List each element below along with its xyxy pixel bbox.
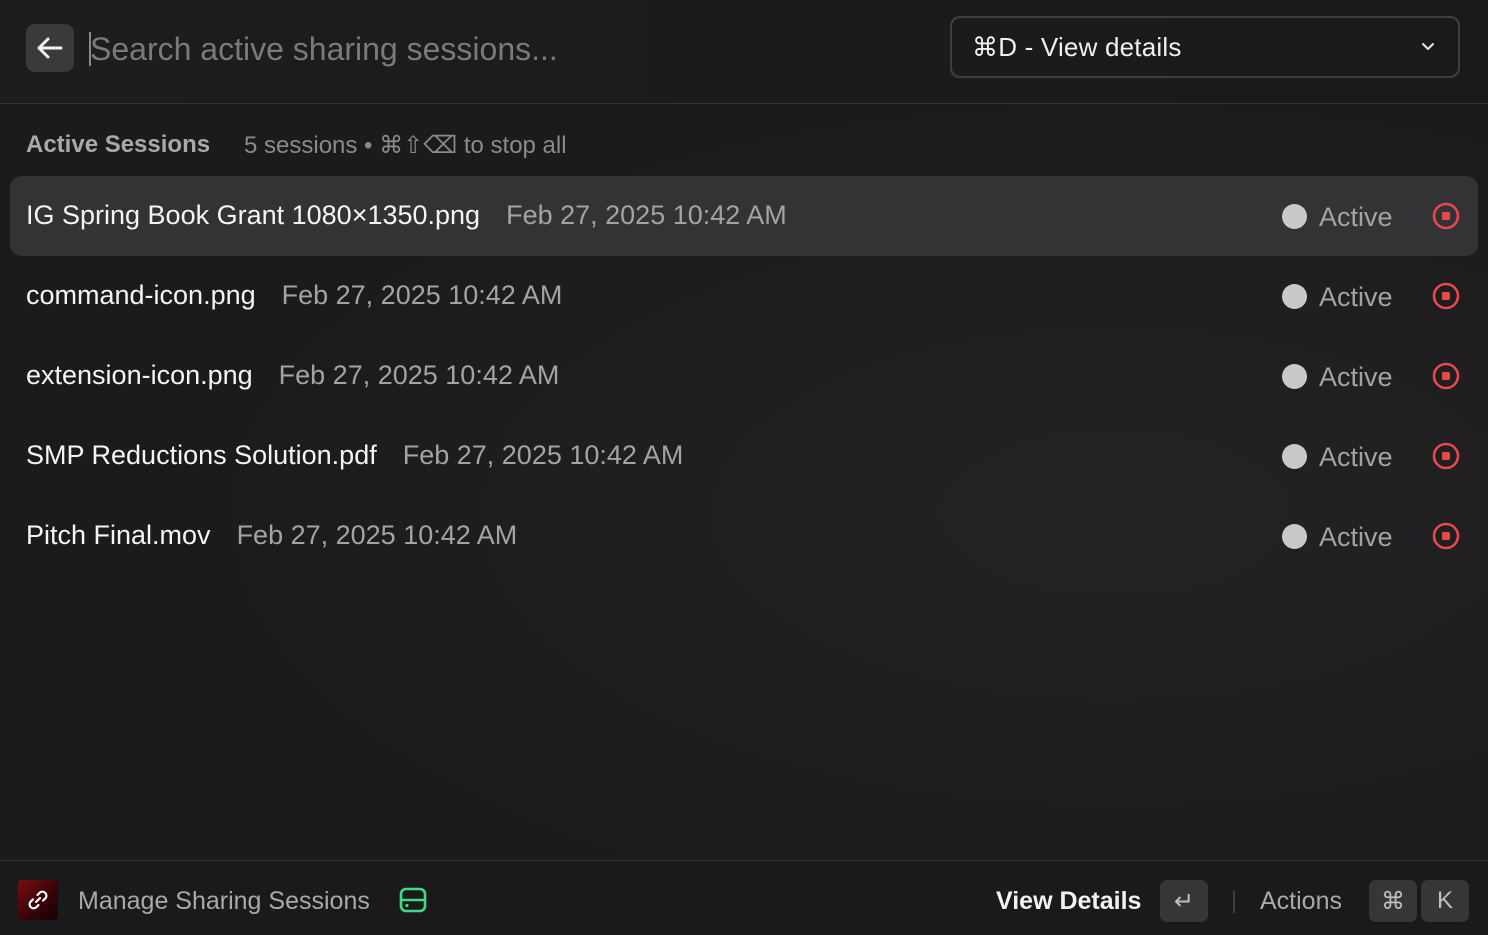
action-dropdown[interactable]: ⌘D - View details (950, 16, 1460, 78)
k-key: K (1421, 880, 1469, 922)
session-status: Active (1319, 362, 1393, 392)
session-status: Active (1319, 282, 1393, 312)
session-row[interactable]: Pitch Final.mov Feb 27, 2025 10:42 AM Ac… (10, 496, 1478, 576)
stop-circle-icon[interactable] (1432, 282, 1460, 310)
status-dot-icon (1282, 364, 1307, 389)
session-name: Pitch Final.mov (26, 520, 211, 550)
chevron-down-icon (1422, 43, 1434, 50)
session-status: Active (1319, 522, 1393, 552)
drive-icon (399, 887, 427, 913)
section-title: Active Sessions (26, 131, 211, 158)
status-dot-icon (1282, 204, 1307, 229)
section-subtitle: 5 sessions • ⌘⇧⌫ to stop all (244, 132, 567, 159)
footer-title: Manage Sharing Sessions (78, 887, 370, 915)
search-bar: ⌘D - View details (0, 0, 1488, 104)
session-row[interactable]: SMP Reductions Solution.pdf Feb 27, 2025… (10, 416, 1478, 496)
session-row[interactable]: IG Spring Book Grant 1080×1350.png Feb 2… (10, 176, 1478, 256)
window: ⌘D - View details Active Sessions 5 sess… (0, 0, 1488, 935)
back-button[interactable] (26, 24, 74, 72)
divider (1233, 891, 1235, 913)
enter-key: ↵ (1160, 880, 1208, 922)
status-dot-icon (1282, 524, 1307, 549)
session-date: Feb 27, 2025 10:42 AM (402, 440, 684, 470)
session-row[interactable]: extension-icon.png Feb 27, 2025 10:42 AM… (10, 336, 1478, 416)
session-status: Active (1319, 202, 1393, 232)
session-row[interactable]: command-icon.png Feb 27, 2025 10:42 AM A… (10, 256, 1478, 336)
stop-circle-icon[interactable] (1432, 522, 1460, 550)
session-date: Feb 27, 2025 10:42 AM (236, 520, 518, 550)
dropdown-selected-label: ⌘D - View details (972, 31, 1182, 62)
session-name: SMP Reductions Solution.pdf (26, 440, 377, 470)
arrow-left-icon (37, 37, 63, 59)
actions-button[interactable]: Actions (1260, 887, 1342, 916)
session-name: extension-icon.png (26, 360, 253, 390)
status-dot-icon (1282, 444, 1307, 469)
link-icon (18, 880, 58, 920)
session-status: Active (1319, 442, 1393, 472)
status-dot-icon (1282, 284, 1307, 309)
view-details-button[interactable]: View Details (996, 887, 1141, 916)
session-date: Feb 27, 2025 10:42 AM (278, 360, 560, 390)
stop-circle-icon[interactable] (1432, 202, 1460, 230)
stop-circle-icon[interactable] (1432, 442, 1460, 470)
stop-circle-icon[interactable] (1432, 362, 1460, 390)
session-date: Feb 27, 2025 10:42 AM (281, 280, 563, 310)
session-list: IG Spring Book Grant 1080×1350.png Feb 2… (10, 176, 1478, 576)
session-name: command-icon.png (26, 280, 256, 310)
action-bar: Manage Sharing Sessions View Details ↵ A… (0, 860, 1488, 935)
search-input[interactable] (90, 26, 910, 72)
session-name: IG Spring Book Grant 1080×1350.png (26, 200, 481, 230)
session-date: Feb 27, 2025 10:42 AM (506, 200, 787, 230)
command-key: ⌘ (1369, 880, 1417, 922)
